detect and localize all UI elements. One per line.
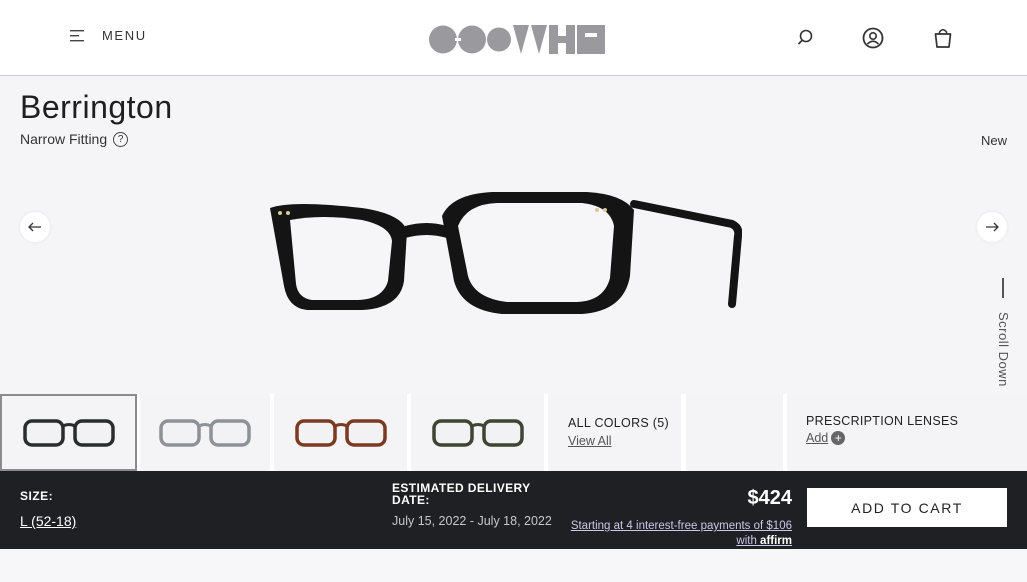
- color-swatch-row: ALL COLORS (5) View All PRESCRIPTION LEN…: [0, 394, 1027, 471]
- all-colors-label: ALL COLORS (5): [568, 416, 669, 430]
- prescription-label: PRESCRIPTION LENSES: [806, 414, 959, 428]
- product-price: $424: [747, 487, 793, 509]
- affirm-financing: Starting at 4 interest-free payments of …: [571, 519, 792, 549]
- size-label: SIZE:: [20, 489, 54, 503]
- all-colors-panel: ALL COLORS (5) View All: [548, 394, 681, 471]
- next-image-button[interactable]: [977, 212, 1007, 242]
- plus-icon[interactable]: +: [831, 431, 846, 445]
- scroll-line: [1002, 278, 1004, 298]
- affirm-link[interactable]: Starting at 4 interest-free payments of …: [571, 520, 792, 532]
- affirm-with-link[interactable]: with affirm: [736, 535, 792, 547]
- color-swatch-selected[interactable]: [0, 394, 137, 471]
- empty-cell: [686, 394, 783, 471]
- add-prescription: Add +: [806, 431, 1027, 445]
- prescription-panel: PRESCRIPTION LENSES Add +: [787, 394, 1027, 471]
- menu-label: MENU: [102, 28, 147, 43]
- add-to-cart-button[interactable]: ADD TO CART: [807, 488, 1007, 527]
- delivery-label: ESTIMATED DELIVERY DATE:: [392, 481, 531, 507]
- product-image: [270, 192, 742, 314]
- page-footer-strip: [0, 549, 1027, 582]
- scroll-down-indicator[interactable]: Scroll Down: [993, 278, 1013, 393]
- new-badge: New: [980, 133, 1007, 148]
- color-swatch[interactable]: [411, 394, 544, 471]
- product-title: Berrington: [20, 89, 173, 125]
- size-selector[interactable]: L (52-18): [20, 513, 76, 529]
- arrow-right-icon: [986, 222, 999, 232]
- purchase-bar: SIZE: L (52-18) ESTIMATED DELIVERY DATE:…: [0, 471, 1027, 549]
- help-icon[interactable]: ?: [113, 131, 129, 147]
- glasses-thumbnail: [159, 418, 251, 447]
- glasses-thumbnail: [22, 418, 115, 447]
- site-header: MENU: [0, 0, 1027, 76]
- previous-image-button[interactable]: [20, 212, 50, 242]
- view-all-link[interactable]: View All: [568, 434, 612, 448]
- search-icon[interactable]: [794, 26, 818, 50]
- scroll-label: Scroll Down: [996, 312, 1011, 387]
- fitting-label: Narrow Fitting: [20, 131, 108, 147]
- arrow-left-icon: [28, 222, 41, 232]
- shopping-bag-icon[interactable]: [931, 26, 955, 50]
- affirm-with: with: [736, 535, 757, 547]
- delivery-dates: July 15, 2022 - July 18, 2022: [392, 514, 552, 528]
- fitting-info: Narrow Fitting ?: [20, 131, 129, 147]
- menu-button[interactable]: MENU: [70, 28, 147, 43]
- glasses-thumbnail: [294, 418, 387, 447]
- hamburger-icon: [70, 29, 84, 41]
- account-icon[interactable]: [861, 26, 885, 50]
- color-swatch[interactable]: [274, 394, 407, 471]
- glasses-thumbnail: [431, 418, 524, 447]
- affirm-logo: affirm: [760, 535, 792, 547]
- brand-logo[interactable]: [429, 25, 605, 54]
- add-prescription-link[interactable]: Add: [806, 431, 828, 445]
- color-swatch[interactable]: [140, 394, 270, 471]
